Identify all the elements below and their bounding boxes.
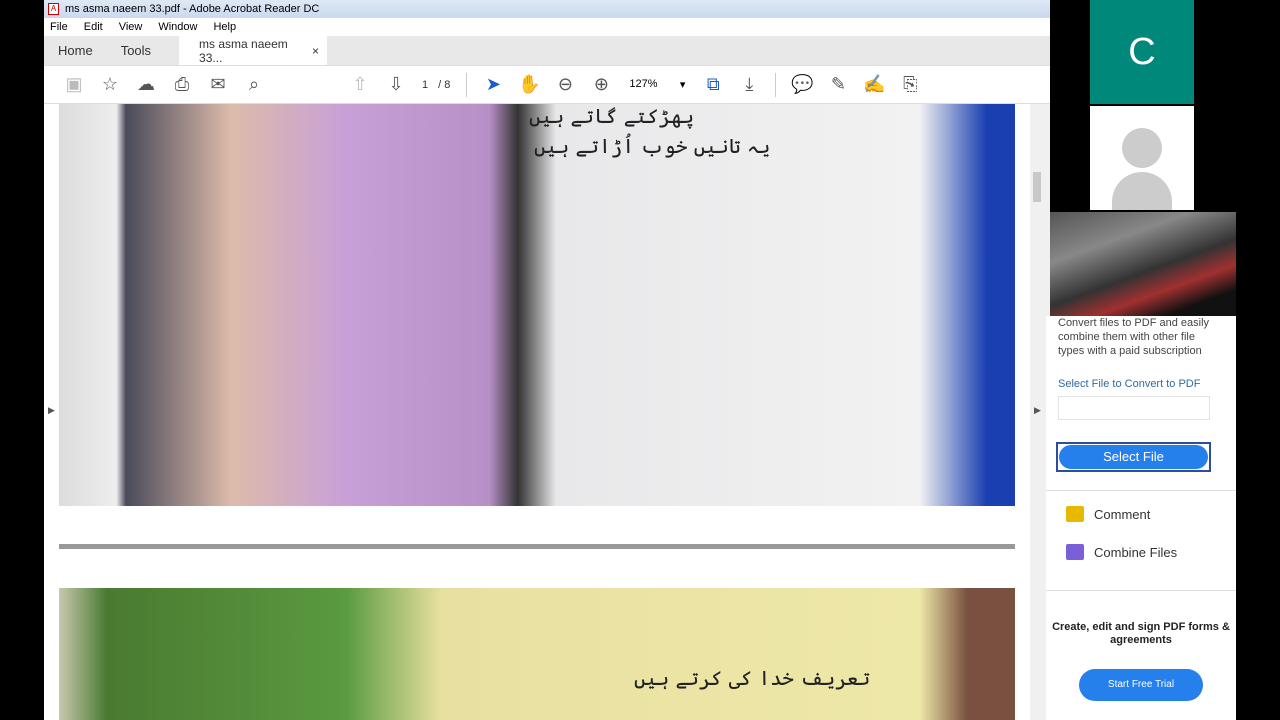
chevron-down-icon: ▾ bbox=[679, 79, 686, 91]
hand-tool-icon[interactable]: ✋ bbox=[511, 70, 547, 100]
menu-help[interactable]: Help bbox=[213, 21, 236, 33]
page-text-line: پھڑکتے گاتے ہیں bbox=[529, 104, 695, 128]
zoom-out-icon[interactable]: ⊖ bbox=[547, 70, 583, 100]
page-total: / 8 bbox=[438, 78, 451, 91]
avatar-body bbox=[1112, 172, 1172, 210]
window-title: ms asma naeem 33.pdf - Adobe Acrobat Rea… bbox=[65, 3, 320, 15]
menu-view[interactable]: View bbox=[119, 21, 143, 33]
tools-pane: Convert files to PDF and easily combine … bbox=[1046, 316, 1236, 720]
select-cursor-icon[interactable]: ➤ bbox=[475, 70, 511, 100]
fit-page-icon[interactable]: ⧉ bbox=[695, 70, 731, 100]
close-tab-icon[interactable]: × bbox=[312, 44, 319, 58]
menu-edit[interactable]: Edit bbox=[84, 21, 103, 33]
start-free-trial-button[interactable]: Start Free Trial bbox=[1079, 669, 1203, 701]
pdf-app-icon: A bbox=[48, 3, 59, 15]
document-viewer[interactable]: پھڑکتے گاتے ہیں یہ تانیں خوب اُڑاتے ہیں … bbox=[44, 104, 1030, 720]
bookmark-star-icon[interactable]: ☆ bbox=[92, 70, 128, 100]
highlight-pen-icon[interactable]: ✎ bbox=[820, 70, 856, 100]
combine-files-icon bbox=[1066, 544, 1084, 560]
select-file-label: Select File to Convert to PDF bbox=[1058, 378, 1201, 390]
tool-comment[interactable]: Comment bbox=[1066, 495, 1236, 533]
menu-window[interactable]: Window bbox=[158, 21, 197, 33]
toolbar: ▣ ☆ ☁ ⎙ ✉ ⌕ ⇧ ⇩ 1 / 8 ➤ ✋ ⊖ ⊕ 127% ▾ ⧉ ⤓ 💬… bbox=[44, 66, 1050, 104]
participant-initial: C bbox=[1128, 31, 1156, 73]
file-input[interactable] bbox=[1058, 396, 1210, 420]
page-number-input[interactable]: 1 bbox=[422, 79, 428, 91]
comment-icon[interactable]: 💬 bbox=[784, 70, 820, 100]
tool-label: Combine Files bbox=[1094, 544, 1178, 560]
acrobat-window: A ms asma naeem 33.pdf - Adobe Acrobat R… bbox=[44, 0, 1050, 720]
save-icon[interactable]: ▣ bbox=[56, 70, 92, 100]
toolbar-divider bbox=[466, 72, 468, 97]
participant-tile bbox=[1050, 106, 1236, 210]
right-panel-toggle-icon[interactable]: ▶ bbox=[1034, 405, 1041, 416]
title-bar: A ms asma naeem 33.pdf - Adobe Acrobat R… bbox=[44, 0, 1050, 18]
fill-sign-icon[interactable]: ⎘ bbox=[892, 70, 928, 100]
select-file-label: Select File bbox=[1059, 445, 1208, 469]
menu-file[interactable]: File bbox=[50, 21, 68, 33]
tab-document-label: ms asma naeem 33... bbox=[199, 36, 288, 65]
tab-document[interactable]: ms asma naeem 33... × bbox=[179, 36, 328, 65]
tab-tools[interactable]: Tools bbox=[107, 36, 165, 65]
tab-bar: Home Tools ms asma naeem 33... × bbox=[44, 36, 1050, 66]
tool-combine-files[interactable]: Combine Files bbox=[1066, 533, 1236, 571]
camera-video-tile bbox=[1050, 212, 1236, 316]
scroll-mode-icon[interactable]: ⤓ bbox=[731, 70, 767, 100]
zoom-in-icon[interactable]: ⊕ bbox=[583, 70, 619, 100]
tab-home[interactable]: Home bbox=[44, 36, 107, 65]
tool-label: Comment bbox=[1094, 506, 1151, 522]
select-file-button[interactable]: Select File bbox=[1056, 442, 1211, 472]
toolbar-divider bbox=[775, 72, 777, 97]
page-text-line: یہ تانیں خوب اُڑاتے ہیں bbox=[534, 134, 771, 158]
email-icon[interactable]: ✉ bbox=[200, 70, 236, 100]
zoom-value: 127% bbox=[629, 78, 658, 90]
next-page-icon[interactable]: ⇩ bbox=[378, 70, 414, 100]
left-panel-toggle-icon[interactable]: ▶ bbox=[48, 405, 55, 416]
zoom-dropdown[interactable]: 127% ▾ bbox=[629, 78, 685, 91]
page-separator bbox=[59, 544, 1015, 549]
upload-cloud-icon[interactable]: ☁ bbox=[128, 70, 164, 100]
previous-page-icon[interactable]: ⇧ bbox=[342, 70, 378, 100]
convert-description: Convert files to PDF and easily combine … bbox=[1058, 317, 1210, 357]
promo-text: Create, edit and sign PDF forms & agreem… bbox=[1052, 621, 1230, 646]
avatar-icon bbox=[1122, 128, 1162, 168]
comment-icon bbox=[1066, 506, 1084, 522]
pdf-page-image: پھڑکتے گاتے ہیں یہ تانیں خوب اُڑاتے ہیں bbox=[59, 104, 1015, 506]
pdf-page-image: تعریف خدا کی کرتے ہیں bbox=[59, 588, 1015, 720]
scrollbar-thumb[interactable] bbox=[1033, 172, 1041, 202]
promo-panel: Create, edit and sign PDF forms & agreem… bbox=[1046, 590, 1236, 720]
participant-tile: C bbox=[1090, 0, 1194, 104]
menu-bar: File Edit View Window Help bbox=[44, 18, 1050, 36]
search-icon[interactable]: ⌕ bbox=[236, 70, 272, 100]
sign-icon[interactable]: ✍ bbox=[856, 70, 892, 100]
print-icon[interactable]: ⎙ bbox=[164, 70, 200, 100]
page-text-line: تعریف خدا کی کرتے ہیں bbox=[634, 666, 871, 690]
